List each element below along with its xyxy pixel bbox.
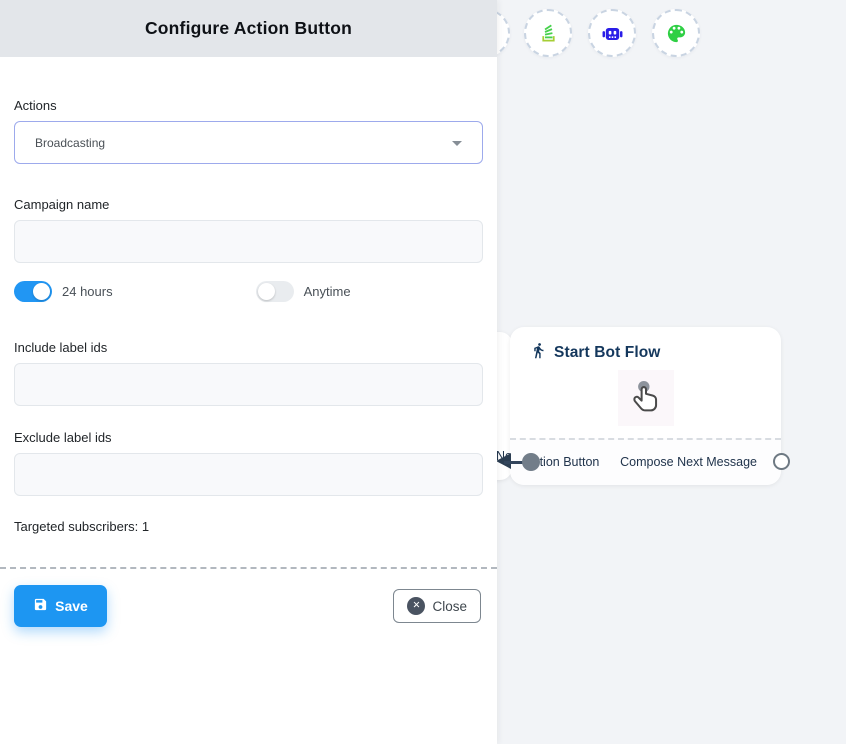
- page-title: Configure Action Button: [145, 18, 352, 39]
- campaign-name-label: Campaign name: [14, 197, 483, 212]
- walking-person-icon: [530, 342, 547, 364]
- robot-icon: [601, 22, 624, 45]
- exclude-label-ids-input[interactable]: [14, 453, 483, 496]
- toggle-anytime-label: Anytime: [304, 284, 351, 299]
- targeted-subscribers-label: Targeted subscribers:: [14, 519, 138, 534]
- toolbar-button-theme[interactable]: [652, 9, 700, 57]
- toggle-24-hours[interactable]: [14, 281, 52, 302]
- flow-node-start-bot-flow[interactable]: Start Bot Flow Action Button Compose Nex…: [510, 327, 781, 485]
- tap-cursor-icon[interactable]: [618, 370, 674, 426]
- save-button[interactable]: Save: [14, 585, 107, 627]
- toggle-knob: [258, 283, 275, 300]
- actions-selected-value: Broadcasting: [35, 136, 105, 150]
- save-icon: [33, 597, 48, 615]
- actions-label: Actions: [14, 98, 483, 113]
- toggle-anytime[interactable]: [256, 281, 294, 302]
- port-connector-empty[interactable]: [773, 453, 790, 470]
- actions-select[interactable]: Broadcasting: [14, 121, 483, 164]
- toggle-group-24-hours: 24 hours: [14, 281, 113, 302]
- include-label-ids-label: Include label ids: [14, 340, 483, 355]
- campaign-name-input[interactable]: [14, 220, 483, 263]
- exclude-label-ids-label: Exclude label ids: [14, 430, 483, 445]
- node-footer: Action Button Compose Next Message: [510, 438, 781, 485]
- chevron-down-icon: [452, 141, 462, 146]
- port-compose-next-message[interactable]: Compose Next Message: [620, 455, 757, 469]
- port-connector-filled[interactable]: [522, 453, 540, 471]
- toggle-group-anytime: Anytime: [256, 281, 351, 302]
- node-title: Start Bot Flow: [554, 344, 660, 362]
- close-button-label: Close: [432, 599, 467, 614]
- close-icon: ✕: [407, 597, 425, 615]
- toggle-knob: [33, 283, 50, 300]
- dashed-divider: [0, 567, 497, 569]
- toolbar-button-stack[interactable]: [524, 9, 572, 57]
- targeted-subscribers: Targeted subscribers: 1: [14, 519, 483, 534]
- toolbar-button-bot[interactable]: [588, 9, 636, 57]
- stack-icon: [538, 23, 559, 44]
- palette-icon: [665, 22, 688, 45]
- toggle-24-hours-label: 24 hours: [62, 284, 113, 299]
- panel-header: Configure Action Button: [0, 0, 497, 57]
- close-button[interactable]: ✕ Close: [393, 589, 481, 623]
- configure-action-button-panel: Configure Action Button Actions Broadcas…: [0, 0, 497, 744]
- targeted-subscribers-count: 1: [142, 519, 149, 534]
- include-label-ids-input[interactable]: [14, 363, 483, 406]
- node-header: Start Bot Flow: [510, 327, 781, 364]
- save-button-label: Save: [55, 598, 88, 614]
